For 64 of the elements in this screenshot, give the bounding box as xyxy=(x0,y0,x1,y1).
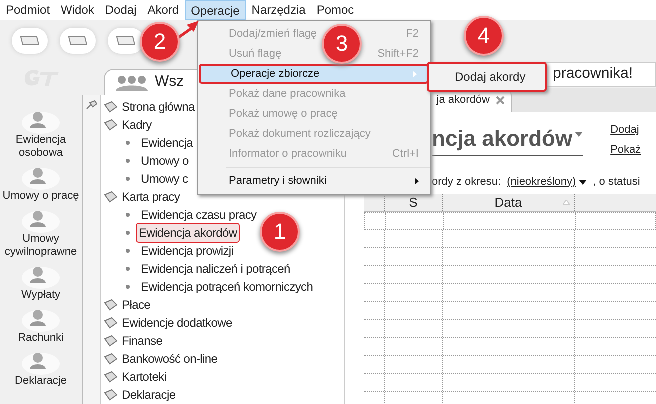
shortcut-label: F2 xyxy=(406,26,419,42)
tree-item[interactable]: Umowy c xyxy=(139,170,190,188)
period-dropdown[interactable]: (nieokreślony) xyxy=(507,174,588,190)
action-link[interactable]: Dodaj xyxy=(610,122,642,138)
bullet-icon xyxy=(126,177,130,181)
bullet-icon xyxy=(126,249,130,253)
tree-item[interactable]: Deklaracje xyxy=(122,386,176,404)
shortcut-label: Ctrl+I xyxy=(392,146,419,162)
tree-item[interactable]: Kadry xyxy=(122,116,152,134)
module-label[interactable]: Umowy cywilnoprawne xyxy=(0,233,82,259)
menu-bar-item[interactable]: Podmiot xyxy=(1,0,56,20)
bullet-icon xyxy=(126,267,130,271)
tree-item[interactable]: Ewidencja prowizji xyxy=(139,242,236,260)
tree-item[interactable]: Ewidencja potrąceń komorniczych xyxy=(139,278,316,296)
step-badge: 2 xyxy=(140,22,180,62)
shortcut-label: Shift+F2 xyxy=(378,46,419,62)
people-icon xyxy=(115,74,149,90)
filter-label: ordy z okresu: xyxy=(432,174,502,190)
back-button[interactable] xyxy=(12,28,48,54)
menu-bar-item[interactable]: Widok xyxy=(56,0,100,20)
tree-item[interactable]: Ewidencja naliczeń i potrąceń xyxy=(139,260,292,278)
tree-item[interactable]: Ewidencja czasu pracy xyxy=(139,206,259,224)
bullet-icon xyxy=(126,159,130,163)
tree-item[interactable]: Ewidencja xyxy=(139,134,195,152)
pin-icon[interactable] xyxy=(86,100,98,110)
toolbar-button[interactable] xyxy=(108,28,144,54)
bullet-icon xyxy=(126,285,130,289)
sort-icon xyxy=(563,200,570,205)
step-badge: 4 xyxy=(464,16,504,56)
menu-bar-item[interactable]: Narzędzia xyxy=(246,0,311,20)
tree-item[interactable]: Karta pracy xyxy=(122,188,180,206)
tree-item[interactable]: Płace xyxy=(122,296,151,314)
navigator-tab-label: Wsz xyxy=(155,72,184,92)
tree-item[interactable]: Strona główna xyxy=(122,98,195,116)
tree-item[interactable]: Umowy o xyxy=(139,152,191,170)
column-header[interactable]: Data xyxy=(443,194,575,211)
module-label[interactable]: Wypłaty xyxy=(0,289,82,302)
caret-icon[interactable] xyxy=(574,132,583,137)
tree-item[interactable]: Kartoteki xyxy=(122,368,167,386)
menu-item[interactable]: Operacje zbiorcze xyxy=(231,66,320,82)
module-label[interactable]: Deklaracje xyxy=(0,375,82,388)
bullet-icon xyxy=(126,141,130,145)
module-label[interactable]: Rachunki xyxy=(0,332,82,345)
menu-item[interactable]: Parametry i słowniki xyxy=(229,172,327,190)
status-label: , o statusi xyxy=(593,174,640,190)
close-icon[interactable] xyxy=(496,96,505,105)
bullet-icon xyxy=(126,231,130,235)
notice-text: pracownika! xyxy=(553,64,634,84)
tree-item[interactable]: Bankowość on-line xyxy=(122,350,218,368)
forward-button[interactable] xyxy=(60,28,96,54)
action-link[interactable]: Pokaż xyxy=(610,142,642,158)
tree-item[interactable]: Ewidencja akordów xyxy=(136,223,240,243)
menu-bar-item[interactable]: Operacje xyxy=(185,0,246,20)
document-tab-label: ja akordów xyxy=(436,93,490,108)
menu-bar-item[interactable]: Akord xyxy=(142,0,184,20)
bullet-icon xyxy=(126,213,130,217)
module-label[interactable]: Umowy o pracę xyxy=(0,190,82,203)
tree-item[interactable]: Finanse xyxy=(122,332,163,350)
menu-bar-item[interactable]: Pomoc xyxy=(312,0,360,20)
tree-item[interactable]: Ewidencje dodatkowe xyxy=(122,314,232,332)
module-label[interactable]: Ewidencja osobowa xyxy=(0,134,82,160)
caret-icon xyxy=(579,180,588,184)
menu-bar-item[interactable]: Dodaj xyxy=(100,0,142,20)
page-title: ncja akordów xyxy=(432,125,573,153)
